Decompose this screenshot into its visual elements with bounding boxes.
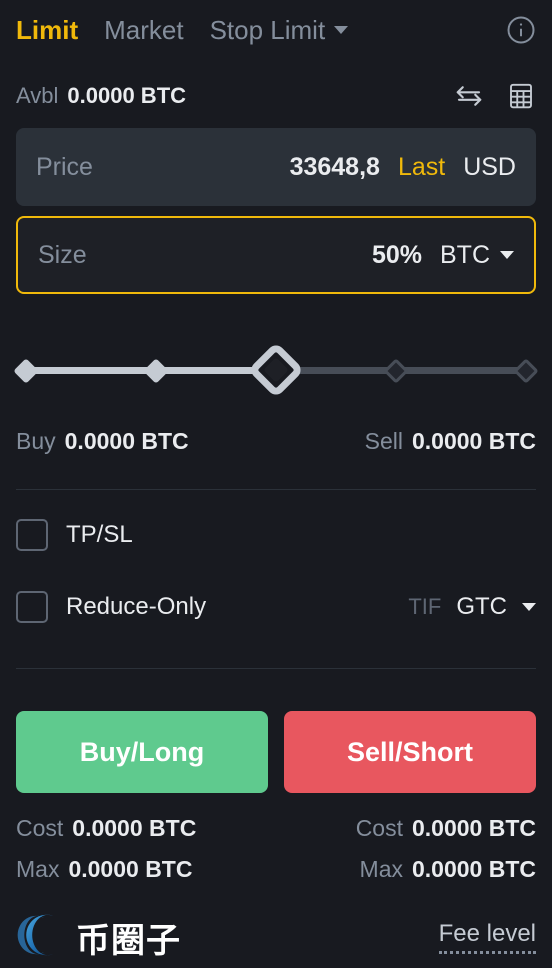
sell-estimate-label: Sell [364,428,403,454]
size-percent-slider[interactable] [13,341,539,399]
size-field[interactable]: Size 50% BTC [16,216,536,294]
divider-top [16,489,536,490]
tab-market[interactable]: Market [104,15,183,46]
cost-row: Cost 0.0000 BTC Cost 0.0000 BTC [16,815,536,842]
slider-thumb[interactable] [247,341,305,399]
buy-max-value: 0.0000 BTC [68,856,193,882]
reduce-only-label: Reduce-Only [66,593,207,620]
buy-estimate: Buy 0.0000 BTC [16,428,189,455]
sell-max: Max 0.0000 BTC [360,856,536,883]
tpsl-row: TP/SL [16,508,536,562]
tab-stop-limit[interactable]: Stop Limit [210,15,349,46]
price-input[interactable]: 33648,8 [290,153,380,182]
chevron-down-icon [522,603,536,611]
size-field-label: Size [38,240,87,269]
price-mode-last[interactable]: Last [398,153,445,182]
sell-cost-value: 0.0000 BTC [411,815,536,841]
tab-stop-limit-label: Stop Limit [209,14,326,45]
tab-limit[interactable]: Limit [16,15,78,46]
divider-bottom [16,668,536,669]
price-currency: USD [463,152,516,181]
order-type-tabs: Limit Market Stop Limit [16,0,536,60]
slider-stop-25[interactable] [143,358,170,384]
size-unit-label: BTC [440,240,490,269]
buy-cost: Cost 0.0000 BTC [16,815,196,842]
sell-short-button[interactable]: Sell/Short [284,711,536,793]
reduce-only-row: Reduce-Only TIF GTC [16,580,536,634]
sell-max-value: 0.0000 BTC [411,856,536,882]
buy-long-button[interactable]: Buy/Long [16,711,268,793]
slider-stop-100[interactable] [513,358,539,384]
tif-dropdown[interactable]: TIF GTC [408,593,536,621]
estimate-row: Buy 0.0000 BTC Sell 0.0000 BTC [16,428,536,455]
sell-max-label: Max [359,856,403,882]
buy-max: Max 0.0000 BTC [16,856,192,883]
tif-label: TIF [408,594,442,619]
tpsl-label: TP/SL [66,521,133,548]
calculator-icon[interactable] [506,81,536,111]
slider-stop-75[interactable] [382,358,409,384]
price-field-label: Price [36,152,93,181]
info-circle-icon[interactable] [506,15,536,45]
swirl-logo-icon [16,908,70,967]
order-entry-panel: Limit Market Stop Limit Avbl 0.0000 BTC [0,0,552,968]
chevron-down-icon [500,251,514,259]
slider-stop-0[interactable] [13,358,39,384]
size-unit-dropdown[interactable]: BTC [440,241,514,270]
header-icon-group [454,81,536,111]
buy-estimate-value: 0.0000 BTC [64,428,189,454]
transfer-arrows-icon[interactable] [454,81,484,111]
sell-cost-label: Cost [355,815,403,841]
max-row: Max 0.0000 BTC Max 0.0000 BTC [16,856,536,883]
footer: 币圈子 Fee level [0,906,552,968]
buy-cost-value: 0.0000 BTC [72,815,197,841]
available-value: 0.0000 BTC [67,83,187,108]
watermark: 币圈子 [16,908,181,967]
buy-max-label: Max [16,856,60,882]
available-label: Avbl [16,83,59,108]
size-field-right: 50% BTC [372,241,514,270]
watermark-text: 币圈子 [76,921,181,960]
available-balance-row: Avbl 0.0000 BTC [16,74,536,118]
fee-level-link[interactable]: Fee level [438,920,536,954]
tif-value: GTC [456,593,507,620]
sell-estimate: Sell 0.0000 BTC [365,428,536,455]
action-buttons: Buy/Long Sell/Short [16,711,536,793]
price-field[interactable]: Price 33648,8 Last USD [16,128,536,206]
buy-cost-label: Cost [16,815,64,841]
price-field-right: 33648,8 Last USD [290,153,516,182]
buy-estimate-label: Buy [16,428,56,454]
reduce-only-checkbox[interactable] [16,591,48,623]
tpsl-checkbox[interactable] [16,519,48,551]
size-input[interactable]: 50% [372,241,422,270]
sell-cost: Cost 0.0000 BTC [356,815,536,842]
sell-estimate-value: 0.0000 BTC [411,428,536,454]
chevron-down-icon [334,26,349,34]
